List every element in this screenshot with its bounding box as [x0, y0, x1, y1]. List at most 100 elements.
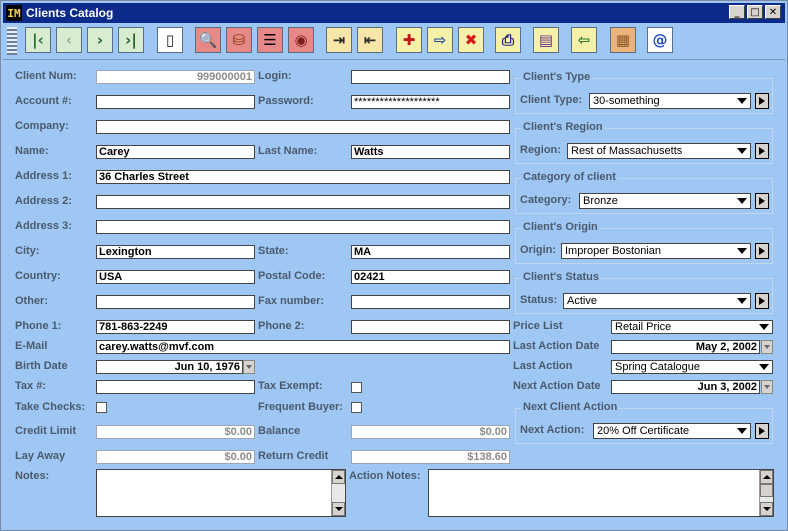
company-label: Company: — [15, 120, 69, 132]
next-action-select[interactable]: 20% Off Certificate — [593, 423, 751, 439]
delete-record-button[interactable]: ✖ — [458, 27, 484, 53]
birth-date-field[interactable]: Jun 10, 1976 — [96, 360, 243, 374]
next-action-open-button[interactable] — [755, 423, 769, 439]
email-field[interactable]: carey.watts@mvf.com — [96, 340, 510, 354]
action-notes-scrollbar[interactable] — [759, 470, 773, 516]
last-record-button[interactable]: ›| — [118, 27, 144, 53]
toolbar: |‹ ‹ › ›| ▯ 🔍 ⛁ ☰ ◉ ⇥ ⇤ ✚ ⇨ ✖ ⎙ ▤ ⇦ ▦ @ — [3, 23, 785, 60]
status-select[interactable]: Active — [563, 293, 751, 309]
last-action-date-field[interactable]: May 2, 2002 — [611, 340, 760, 354]
scroll-up-icon[interactable] — [760, 470, 773, 484]
save-record-button[interactable]: ⇨ — [427, 27, 453, 53]
client-type-open-button[interactable] — [755, 93, 769, 109]
tax-exempt-checkbox[interactable] — [351, 382, 362, 393]
notes-scrollbar[interactable] — [331, 470, 345, 516]
catalog-icon: ▤ — [538, 31, 554, 49]
return-credit-field[interactable]: $138.60 — [351, 450, 510, 464]
scroll-down-icon[interactable] — [760, 502, 773, 516]
import-icon: ⇥ — [332, 31, 346, 49]
credit-limit-field[interactable]: $0.00 — [96, 425, 255, 439]
first-record-button[interactable]: |‹ — [25, 27, 51, 53]
notes-textarea[interactable] — [96, 469, 346, 517]
database-button[interactable]: ⛁ — [226, 27, 252, 53]
account-field[interactable] — [96, 95, 255, 109]
new-document-button[interactable]: ▯ — [157, 27, 183, 53]
scroll-thumb[interactable] — [760, 484, 773, 497]
toolbar-grip[interactable] — [7, 27, 17, 55]
category-select[interactable]: Bronze — [579, 193, 751, 209]
last-name-field[interactable]: Watts — [351, 145, 510, 159]
postal-code-field[interactable]: 02421 — [351, 270, 510, 284]
city-field[interactable]: Lexington — [96, 245, 255, 259]
last-action-select[interactable]: Spring Catalogue — [611, 360, 773, 374]
minimize-button[interactable]: _ — [729, 5, 745, 19]
country-field[interactable]: USA — [96, 270, 255, 284]
next-action-date-dropdown-button[interactable] — [761, 380, 773, 394]
price-list-select[interactable]: Retail Price — [611, 320, 773, 334]
printer-icon: ⎙ — [501, 31, 514, 49]
client-num-field[interactable]: 999000001 — [96, 70, 255, 84]
list-view-button[interactable]: ☰ — [257, 27, 283, 53]
origin-select[interactable]: Improper Bostonian — [561, 243, 751, 259]
chevron-down-icon — [737, 248, 747, 254]
maximize-button[interactable]: □ — [747, 5, 763, 19]
export-button[interactable]: ⇤ — [357, 27, 383, 53]
tax-field[interactable] — [96, 380, 255, 394]
lay-away-field[interactable]: $0.00 — [96, 450, 255, 464]
state-field[interactable]: MA — [351, 245, 510, 259]
client-type-label: Client Type: — [520, 94, 583, 106]
address2-field[interactable] — [96, 195, 510, 209]
last-action-date-dropdown-button[interactable] — [761, 340, 773, 354]
find-button[interactable]: 🔍 — [195, 27, 221, 53]
password-field[interactable]: ******************** — [351, 95, 510, 109]
fax-field[interactable] — [351, 295, 510, 309]
next-record-button[interactable]: › — [87, 27, 113, 53]
address2-label: Address 2: — [15, 195, 72, 207]
phone2-field[interactable] — [351, 320, 510, 334]
scroll-up-icon[interactable] — [332, 470, 345, 484]
catalog-button[interactable]: ▤ — [533, 27, 559, 53]
phone1-field[interactable]: 781-863-2249 — [96, 320, 255, 334]
exit-button[interactable]: ⇦ — [571, 27, 597, 53]
category-open-button[interactable] — [755, 193, 769, 209]
client-type-select[interactable]: 30-something — [589, 93, 751, 109]
login-field[interactable] — [351, 70, 510, 84]
region-select[interactable]: Rest of Massachusetts — [567, 143, 751, 159]
add-record-button[interactable]: ✚ — [396, 27, 422, 53]
exit-door-icon: ⇦ — [577, 31, 591, 49]
name-field[interactable]: Carey — [96, 145, 255, 159]
grid-button[interactable]: ▦ — [610, 27, 636, 53]
previous-record-button[interactable]: ‹ — [56, 27, 82, 53]
chevron-down-icon — [737, 298, 747, 304]
address3-field[interactable] — [96, 220, 510, 234]
credit-limit-label: Credit Limit — [15, 425, 77, 437]
balance-field[interactable]: $0.00 — [351, 425, 510, 439]
next-action-date-field[interactable]: Jun 3, 2002 — [611, 380, 760, 394]
action-notes-textarea[interactable] — [428, 469, 774, 517]
frequent-buyer-checkbox[interactable] — [351, 402, 362, 413]
chevron-down-icon — [759, 324, 769, 330]
origin-label: Origin: — [520, 244, 557, 256]
export-icon: ⇤ — [363, 31, 377, 49]
birth-date-dropdown-button[interactable] — [243, 360, 255, 374]
last-action-label: Last Action — [513, 360, 573, 372]
status-open-button[interactable] — [755, 293, 769, 309]
address1-field[interactable]: 36 Charles Street — [96, 170, 510, 184]
import-button[interactable]: ⇥ — [326, 27, 352, 53]
view-button[interactable]: ◉ — [288, 27, 314, 53]
password-label: Password: — [258, 95, 314, 107]
scroll-down-icon[interactable] — [332, 502, 345, 516]
region-open-button[interactable] — [755, 143, 769, 159]
print-button[interactable]: ⎙ — [495, 27, 521, 53]
tax-exempt-label: Tax Exempt: — [258, 380, 323, 392]
other-field[interactable] — [96, 295, 255, 309]
fax-label: Fax number: — [258, 295, 325, 307]
take-checks-checkbox[interactable] — [96, 402, 107, 413]
title-bar[interactable]: IM Clients Catalog _ □ ✕ — [3, 3, 785, 23]
window-title: Clients Catalog — [26, 6, 114, 20]
close-button[interactable]: ✕ — [765, 5, 781, 19]
company-field[interactable] — [96, 120, 510, 134]
origin-open-button[interactable] — [755, 243, 769, 259]
category-label: Category: — [520, 194, 572, 206]
email-button[interactable]: @ — [647, 27, 673, 53]
